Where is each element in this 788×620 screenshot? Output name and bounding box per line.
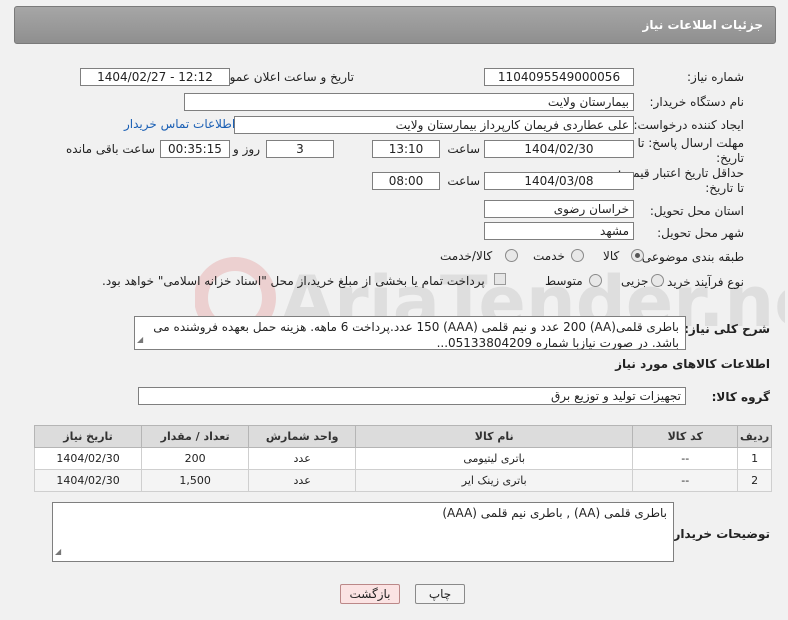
city-label: شهر محل تحویل: [657,226,744,240]
buyer-org-field: بیمارستان ولایت [184,93,634,111]
resize-handle-icon[interactable]: ◢ [55,544,61,560]
col-header-name: نام کالا [355,425,634,448]
col-header-quantity: تعداد / مقدار [141,425,250,448]
category-service-radio[interactable] [571,249,584,262]
items-table: ردیف کد کالا نام کالا واحد شمارش تعداد /… [33,425,772,492]
resize-handle-icon[interactable]: ◢ [137,332,143,348]
remaining-time-field: 00:35:15 [160,140,230,158]
table-row: 1 -- باتری لیتیومی عدد 200 1404/02/30 [33,447,772,470]
treasury-checkbox[interactable] [494,273,506,285]
category-goods-radio[interactable] [631,249,644,262]
province-label: استان محل تحویل: [649,204,744,218]
reply-time-field: 13:10 [372,140,440,158]
description-textarea[interactable]: باطری قلمی(AA) 200 عدد و نیم قلمی (AAA) … [134,316,686,350]
reply-date-field: 1404/02/30 [484,140,634,158]
description-label: شرح کلی نیاز: [684,322,770,336]
treasury-text: پرداخت تمام یا بخشی از مبلغ خرید،از محل … [102,274,485,288]
days-label: روز و [233,142,260,156]
print-button[interactable]: چاپ [415,584,465,604]
buyer-notes-textarea[interactable]: باطری قلمی (AA) , باطری نیم قلمی (AAA) ◢ [52,502,674,562]
cell-code: -- [632,447,739,470]
reply-time-label: ساعت [447,142,480,156]
buyer-notes-text: باطری قلمی (AA) , باطری نیم قلمی (AAA) [442,506,667,520]
col-header-unit: واحد شمارش [248,425,357,448]
need-number-label: شماره نیاز: [687,70,744,84]
announce-label: تاریخ و ساعت اعلان عمومی: [209,70,354,84]
purchase-type-label: نوع فرآیند خرید : [659,275,744,289]
cell-code: -- [632,469,739,492]
price-validity-label: حداقل تاریخ اعتبار قیمت: [617,166,744,180]
creator-field: علی عطاردی فریمان کارپرداز بیمارستان ولا… [234,116,634,134]
announce-datetime-field: 1404/02/27 - 12:12 [80,68,230,86]
buyer-contact-link[interactable]: اطلاعات تماس خریدار [124,117,235,131]
table-row: 2 -- باتری زینک ایر عدد 1,500 1404/02/30 [33,469,772,492]
remaining-label: ساعت باقی مانده [66,142,156,156]
description-text: باطری قلمی(AA) 200 عدد و نیم قلمی (AAA) … [153,320,679,350]
purchase-medium-radio[interactable] [589,274,602,287]
panel-header: جزئیات اطلاعات نیاز [14,6,776,44]
table-header-row: ردیف کد کالا نام کالا واحد شمارش تعداد /… [33,425,772,448]
purchase-medium-label: متوسط [545,274,583,288]
city-field: مشهد [484,222,634,240]
goods-info-title: اطلاعات کالاهای مورد نیاز [615,357,770,371]
category-label: طبقه بندی موضوعی: [637,250,744,264]
buyer-notes-label: توضیحات خریدار: [668,527,770,541]
col-header-code: کد کالا [632,425,739,448]
price-time-label: ساعت [447,174,480,188]
category-goods-service-radio[interactable] [505,249,518,262]
purchase-minor-label: جزیی [621,274,649,288]
cell-quantity: 200 [141,447,250,470]
cell-unit: عدد [248,469,357,492]
cell-row-number: 2 [737,469,772,492]
goods-group-field: تجهیزات تولید و توزیع برق [138,387,686,405]
page-title: جزئیات اطلاعات نیاز [642,18,763,32]
cell-name: باتری لیتیومی [355,447,634,470]
reply-deadline-label-2: تاریخ: [716,151,744,165]
reply-deadline-label: مهلت ارسال پاسخ: تا [637,136,744,150]
cell-quantity: 1,500 [141,469,250,492]
cell-name: باتری زینک ایر [355,469,634,492]
price-validity-label-2: تا تاریخ: [705,181,744,195]
category-goods-service-label: کالا/خدمت [440,249,493,263]
category-service-label: خدمت [533,249,565,263]
category-goods-label: کالا [603,249,620,263]
cell-row-number: 1 [737,447,772,470]
creator-label: ایجاد کننده درخواست: [633,118,744,132]
col-header-row-number: ردیف [737,425,772,448]
need-number-field: 1104095549000056 [484,68,634,86]
province-field: خراسان رضوی [484,200,634,218]
goods-group-label: گروه کالا: [711,390,770,404]
price-date-field: 1404/03/08 [484,172,634,190]
price-time-field: 08:00 [372,172,440,190]
col-header-date: تاریخ نیاز [33,425,143,448]
cell-date: 1404/02/30 [33,447,143,470]
days-field: 3 [266,140,334,158]
cell-unit: عدد [248,447,357,470]
purchase-minor-radio[interactable] [651,274,664,287]
back-button[interactable]: بازگشت [340,584,400,604]
cell-date: 1404/02/30 [33,469,143,492]
buyer-org-label: نام دستگاه خریدار: [649,95,745,109]
